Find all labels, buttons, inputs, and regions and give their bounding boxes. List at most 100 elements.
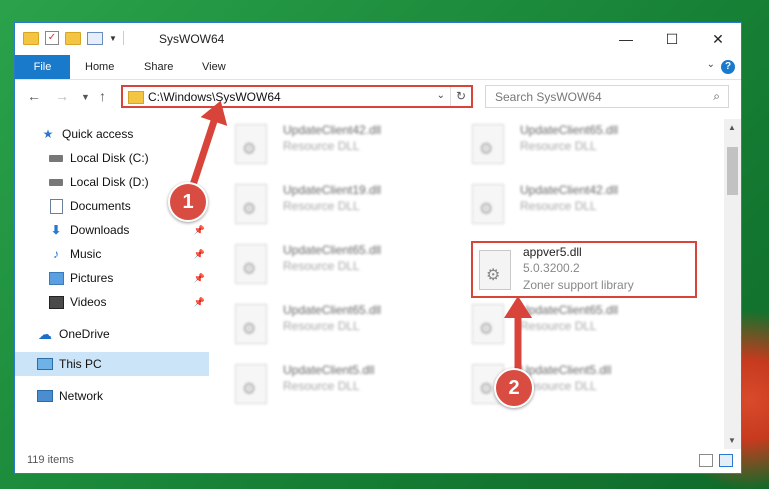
tab-share[interactable]: Share [144, 55, 173, 79]
download-icon: ⬇ [50, 223, 62, 237]
sidebar-item-label: Music [70, 247, 102, 261]
sidebar-item-pictures[interactable]: Pictures 📌 [15, 266, 209, 290]
folder-icon[interactable] [23, 31, 39, 45]
file-name: UpdateClient42.dll [520, 183, 619, 197]
recent-locations-icon[interactable]: ▼ [81, 92, 90, 102]
scroll-down-icon[interactable]: ▼ [728, 436, 736, 445]
file-item[interactable]: ⚙ UpdateClient42.dll Resource DLL [220, 121, 440, 171]
file-name: appver5.dll [523, 245, 582, 259]
pin-icon[interactable]: 📌 [194, 273, 205, 284]
minimize-button[interactable]: — [603, 23, 649, 55]
sidebar-item-quick-access[interactable]: ★ Quick access [15, 122, 209, 146]
scroll-thumb[interactable] [727, 147, 738, 195]
network-icon [37, 389, 53, 403]
dll-file-icon: ⚙ [235, 244, 267, 284]
large-icons-view-icon[interactable] [719, 454, 733, 467]
view-toggle [699, 454, 733, 467]
chevron-down-icon[interactable]: ▼ [109, 34, 117, 43]
sidebar-item-label: Videos [70, 295, 107, 309]
sidebar-item-this-pc[interactable]: This PC [15, 352, 209, 376]
computer-icon [37, 357, 53, 371]
dll-file-icon: ⚙ [235, 364, 267, 404]
refresh-icon[interactable]: ↻ [450, 87, 471, 106]
dll-file-icon: ⚙ [235, 304, 267, 344]
star-icon: ★ [42, 127, 54, 141]
close-button[interactable]: ✕ [695, 23, 741, 55]
scroll-up-icon[interactable]: ▲ [728, 123, 736, 132]
details-view-icon[interactable] [699, 454, 713, 467]
properties-icon[interactable] [87, 31, 103, 45]
file-item[interactable]: ⚙ UpdateClient19.dll Resource DLL [220, 181, 440, 231]
tab-view[interactable]: View [202, 55, 226, 79]
forward-arrow-icon[interactable]: → [55, 88, 69, 104]
file-description: Resource DLL [283, 319, 360, 333]
sidebar-item-onedrive[interactable]: ☁ OneDrive [15, 322, 209, 346]
sidebar-item-label: Documents [70, 199, 131, 213]
address-path[interactable]: C:\Windows\SysWOW64 [148, 90, 281, 104]
videos-icon [48, 295, 64, 309]
file-name: UpdateClient19.dll [283, 183, 382, 197]
file-item[interactable]: ⚙ UpdateClient65.dll Resource DLL [457, 301, 677, 351]
sidebar-item-label: Local Disk (D:) [70, 175, 149, 189]
file-item[interactable]: ⚙ UpdateClient65.dll Resource DLL [220, 301, 440, 351]
sidebar-item-label: Quick access [62, 127, 134, 141]
tab-home[interactable]: Home [85, 55, 114, 79]
file-item[interactable]: ⚙ UpdateClient65.dll Resource DLL [457, 121, 677, 171]
step-marker-two: 2 [494, 368, 534, 408]
pin-icon[interactable]: 📌 [194, 249, 205, 260]
properties-check-icon[interactable]: ✓ [45, 31, 59, 45]
file-description: Resource DLL [520, 199, 597, 213]
file-name: UpdateClient5.dll [283, 363, 375, 377]
dll-file-icon: ⚙ [472, 124, 504, 164]
window-controls: — ☐ ✕ [603, 23, 741, 55]
sidebar-item-music[interactable]: ♪ Music 📌 [15, 242, 209, 266]
up-arrow-icon[interactable]: ↑ [99, 88, 106, 104]
file-name: UpdateClient65.dll [520, 303, 619, 317]
dll-file-icon: ⚙ [235, 184, 267, 224]
maximize-button[interactable]: ☐ [649, 23, 695, 55]
dll-file-icon: ⚙ [472, 184, 504, 224]
chevron-down-icon[interactable]: ⌄ [707, 59, 715, 70]
file-item[interactable]: ⚙ UpdateClient42.dll Resource DLL [457, 181, 677, 231]
search-icon[interactable]: ⌕ [713, 89, 720, 104]
documents-icon [48, 198, 64, 214]
file-name: UpdateClient65.dll [283, 243, 382, 257]
sidebar-item-local-disk-c[interactable]: Local Disk (C:) [15, 146, 209, 170]
back-arrow-icon[interactable]: ← [27, 88, 41, 104]
sidebar-item-label: Pictures [70, 271, 114, 285]
highlighted-file-appver5[interactable]: ⚙ appver5.dll 5.0.3200.2 Zoner support l… [471, 241, 697, 298]
vertical-scrollbar[interactable]: ▲ ▼ [724, 119, 741, 449]
tab-file[interactable]: File [15, 55, 70, 79]
navigation-pane: ★ Quick access Local Disk (C:) Local Dis… [15, 119, 209, 449]
file-description: Resource DLL [283, 199, 360, 213]
pin-icon[interactable]: 📌 [194, 297, 205, 308]
folder-icon [128, 91, 144, 104]
file-item[interactable]: ⚙ UpdateClient5.dll Resource DLL [220, 361, 440, 411]
sidebar-item-downloads[interactable]: ⬇ Downloads 📌 [15, 218, 209, 242]
sidebar-item-network[interactable]: Network [15, 384, 209, 408]
new-folder-icon[interactable] [65, 31, 81, 45]
drive-icon [48, 151, 64, 165]
file-description: Resource DLL [283, 139, 360, 153]
drive-icon [48, 175, 64, 189]
cloud-icon: ☁ [38, 325, 52, 342]
file-item[interactable]: ⚙ UpdateClient65.dll Resource DLL [220, 241, 440, 291]
file-description: Resource DLL [520, 139, 597, 153]
pin-icon[interactable]: 📌 [194, 225, 205, 236]
chevron-down-icon[interactable]: ⌄ [437, 90, 445, 101]
pictures-icon [48, 271, 64, 285]
address-field[interactable]: C:\Windows\SysWOW64 ⌄ ↻ [121, 85, 473, 108]
step-marker-one: 1 [168, 182, 208, 222]
file-description: Resource DLL [283, 379, 360, 393]
search-input[interactable]: Search SysWOW64 ⌕ [485, 85, 729, 108]
divider [122, 31, 124, 45]
ribbon-tabs: File Home Share View ⌄ ? [15, 55, 741, 80]
dll-file-icon: ⚙ [235, 124, 267, 164]
help-icon[interactable]: ? [721, 60, 735, 74]
file-item[interactable]: ⚙ UpdateClient5.dll Resource DLL [457, 361, 677, 411]
file-version: 5.0.3200.2 [523, 261, 580, 275]
file-name: UpdateClient42.dll [283, 123, 382, 137]
sidebar-item-videos[interactable]: Videos 📌 [15, 290, 209, 314]
file-name: UpdateClient65.dll [283, 303, 382, 317]
search-placeholder: Search SysWOW64 [495, 90, 602, 104]
